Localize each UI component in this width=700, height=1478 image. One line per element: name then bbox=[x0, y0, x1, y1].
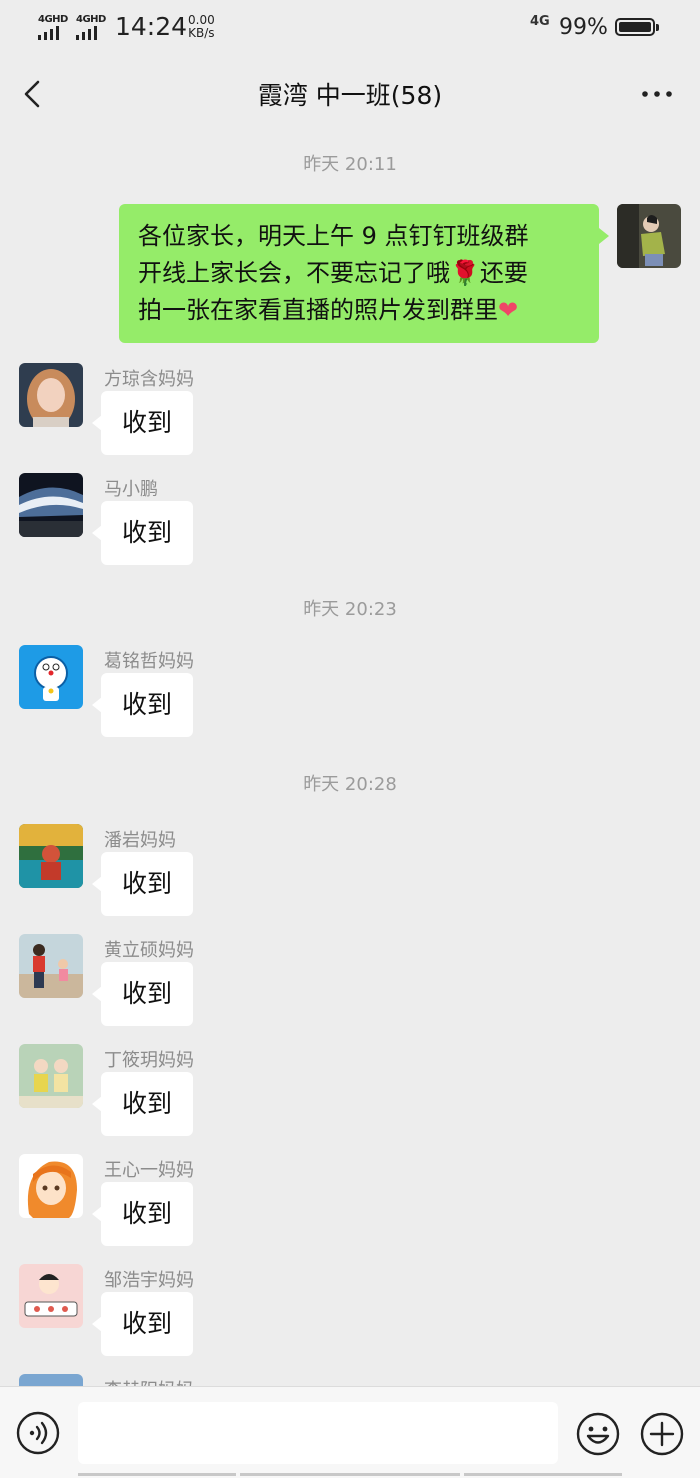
more-horizontal-icon bbox=[642, 91, 672, 97]
rose-emoji-icon: 🌹 bbox=[450, 259, 480, 287]
network-4g-label: 4G bbox=[530, 14, 550, 29]
avatar[interactable] bbox=[19, 824, 83, 888]
chat-title: 霞湾 中一班(58) bbox=[257, 81, 443, 110]
battery-percent: 99% bbox=[559, 15, 608, 40]
network-type-label: 4GHD bbox=[76, 14, 106, 25]
received-message-bubble[interactable]: 收到 bbox=[92, 1072, 193, 1136]
received-message-bubble[interactable]: 收到 bbox=[92, 673, 193, 737]
message-line: 开线上家长会，不要忘记了哦🌹还要 bbox=[138, 255, 581, 292]
status-bar: 4GHD 4GHD 14:24 0.00 KB/s 4G 99% bbox=[0, 0, 700, 56]
voice-button[interactable] bbox=[16, 1411, 60, 1455]
avatar[interactable] bbox=[19, 363, 83, 427]
chat-input-bar bbox=[0, 1386, 700, 1478]
network-speed-unit: KB/s bbox=[188, 26, 215, 40]
sender-name: 马小鹏 bbox=[104, 479, 158, 500]
sender-name: 黄立硕妈妈 bbox=[104, 940, 194, 961]
chat-header: 霞湾 中一班(58) bbox=[0, 56, 700, 132]
avatar[interactable] bbox=[19, 1264, 83, 1328]
message-line: 拍一张在家看直播的照片发到群里❤ bbox=[138, 292, 581, 329]
signal-icon: 4GHD bbox=[38, 14, 72, 40]
timestamp: 昨天 20:28 bbox=[303, 774, 397, 795]
plus-icon bbox=[640, 1412, 684, 1456]
sender-name: 方琼含妈妈 bbox=[104, 369, 194, 390]
message-text: 还要 bbox=[479, 259, 528, 287]
my-avatar[interactable] bbox=[617, 204, 681, 268]
network-speed: 0.00 KB/s bbox=[188, 14, 215, 40]
sender-name: 葛铭哲妈妈 bbox=[104, 651, 194, 672]
avatar[interactable] bbox=[19, 645, 83, 709]
heart-emoji-icon: ❤ bbox=[498, 296, 519, 324]
received-message-bubble[interactable]: 收到 bbox=[92, 1292, 193, 1356]
received-message-bubble[interactable]: 收到 bbox=[92, 852, 193, 916]
avatar[interactable] bbox=[19, 1044, 83, 1108]
voice-icon bbox=[16, 1411, 60, 1455]
message-line: 各位家长，明天上午 9 点钉钉班级群 bbox=[138, 222, 529, 250]
emoji-button[interactable] bbox=[575, 1411, 621, 1457]
sender-name: 邹浩宇妈妈 bbox=[104, 1270, 194, 1291]
gesture-bar bbox=[240, 1473, 460, 1476]
avatar[interactable] bbox=[19, 473, 83, 537]
sender-name: 李赫阳妈妈 bbox=[104, 1376, 194, 1386]
received-message-bubble[interactable]: 收到 bbox=[92, 391, 193, 455]
timestamp: 昨天 20:23 bbox=[303, 599, 397, 620]
received-message-bubble[interactable]: 收到 bbox=[92, 962, 193, 1026]
timestamp: 昨天 20:11 bbox=[303, 154, 397, 175]
gesture-bar bbox=[78, 1473, 236, 1476]
message-text: 开线上家长会，不要忘记了哦 bbox=[138, 259, 450, 287]
signal-icon: 4GHD bbox=[76, 14, 110, 40]
status-time: 14:24 bbox=[115, 12, 188, 41]
sender-name: 王心一妈妈 bbox=[104, 1160, 194, 1181]
battery-icon bbox=[615, 18, 659, 36]
emoji-icon bbox=[576, 1412, 620, 1456]
message-text: 拍一张在家看直播的照片发到群里 bbox=[138, 296, 498, 324]
avatar[interactable] bbox=[19, 1374, 83, 1386]
message-input[interactable] bbox=[78, 1402, 558, 1464]
received-message-bubble[interactable]: 收到 bbox=[92, 501, 193, 565]
sender-name: 丁筱玥妈妈 bbox=[104, 1050, 194, 1071]
network-type-label: 4GHD bbox=[38, 14, 68, 25]
more-button[interactable] bbox=[636, 74, 680, 114]
received-message-bubble[interactable]: 收到 bbox=[92, 1182, 193, 1246]
more-functions-button[interactable] bbox=[639, 1411, 685, 1457]
avatar[interactable] bbox=[19, 1154, 83, 1218]
gesture-bar bbox=[464, 1473, 622, 1476]
message-list[interactable]: 昨天 20:11 各位家长，明天上午 9 点钉钉班级群 开线上家长会，不要忘记了… bbox=[0, 132, 700, 1386]
sent-message-bubble[interactable]: 各位家长，明天上午 9 点钉钉班级群 开线上家长会，不要忘记了哦🌹还要 拍一张在… bbox=[119, 204, 609, 343]
avatar[interactable] bbox=[19, 934, 83, 998]
sender-name: 潘岩妈妈 bbox=[104, 830, 176, 851]
